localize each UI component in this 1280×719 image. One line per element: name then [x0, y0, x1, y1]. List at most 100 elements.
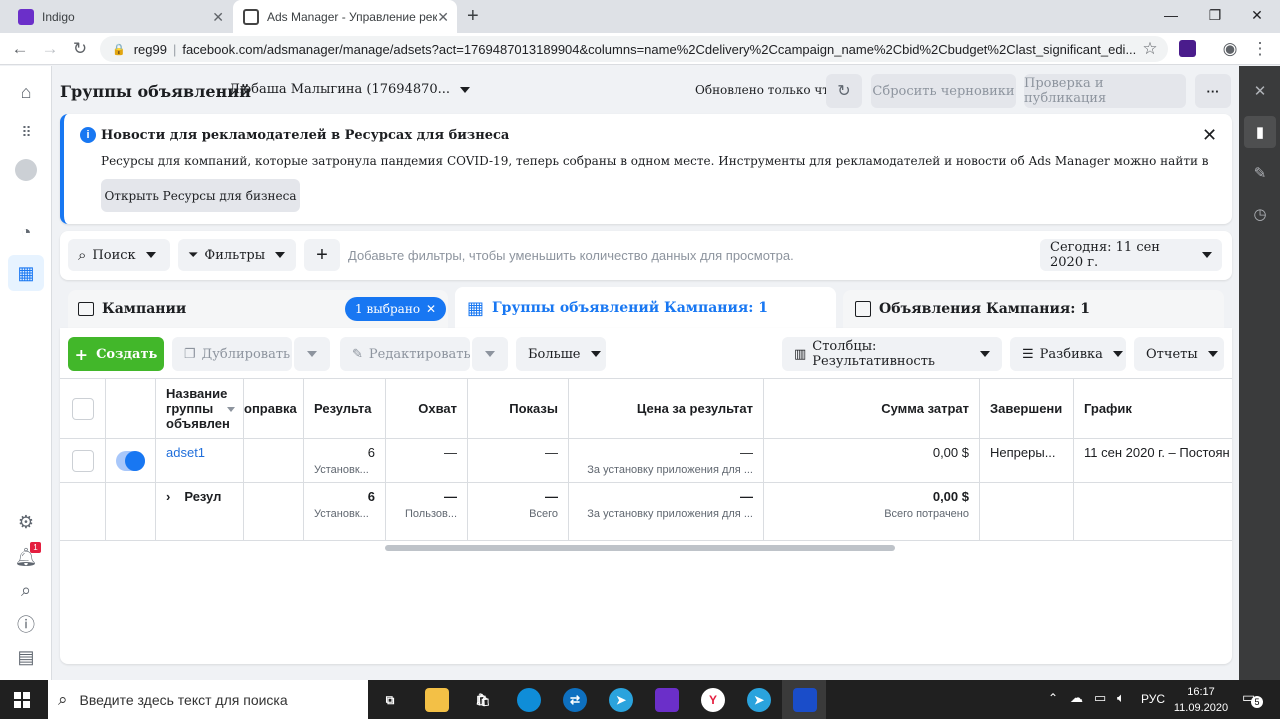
- profile-icon[interactable]: ◉: [1218, 37, 1242, 61]
- select-all-checkbox[interactable]: [71, 397, 94, 420]
- task-view-icon[interactable]: ⧉: [378, 688, 402, 712]
- browser-tab-ads-manager[interactable]: Ads Manager - Управление рекл ✕: [233, 0, 457, 33]
- taskbar-search-placeholder: Введите здесь текст для поиска: [79, 691, 288, 708]
- minimize-icon[interactable]: —: [1148, 0, 1194, 30]
- forward-icon[interactable]: →: [38, 37, 62, 61]
- browser-tab-indigo[interactable]: Indigo ✕: [8, 0, 232, 33]
- column-header-ends[interactable]: Завершени: [980, 379, 1074, 439]
- search-icon[interactable]: ⌕: [13, 577, 39, 603]
- more-options-button[interactable]: ···: [1195, 74, 1231, 108]
- filter-placeholder[interactable]: Добавьте фильтры, чтобы уменьшить количе…: [348, 248, 794, 263]
- more-actions-button[interactable]: Больше: [516, 337, 606, 371]
- create-button[interactable]: + Создать: [68, 337, 164, 371]
- edit-pencil-icon[interactable]: ✎: [1244, 157, 1276, 189]
- column-header-impressions[interactable]: Показы: [468, 379, 569, 439]
- all-tools-grid-icon[interactable]: ⠿: [13, 119, 39, 145]
- row-checkbox[interactable]: [71, 449, 94, 472]
- close-notice-icon[interactable]: ✕: [1202, 125, 1217, 146]
- onedrive-cloud-icon[interactable]: ☁: [1070, 690, 1083, 706]
- close-tab-icon[interactable]: ✕: [437, 9, 449, 26]
- duplicate-dropdown-button[interactable]: [294, 337, 330, 371]
- reports-button[interactable]: Отчеты: [1134, 337, 1224, 371]
- clock[interactable]: 16:17 11.09.2020: [1172, 684, 1230, 716]
- column-header-delivery[interactable]: оправка: [244, 379, 304, 439]
- create-label: Создать: [96, 346, 158, 362]
- column-header-reach[interactable]: Охват: [386, 379, 468, 439]
- maximize-icon[interactable]: ❐: [1192, 0, 1238, 30]
- horizontal-scrollbar[interactable]: [385, 545, 895, 551]
- refresh-button[interactable]: ↻: [826, 74, 862, 108]
- account-avatar-icon[interactable]: [13, 157, 39, 183]
- taskbar-search-box[interactable]: ⌕ Введите здесь текст для поиска: [48, 680, 368, 719]
- selected-count-badge[interactable]: 1 выбрано ✕: [345, 297, 447, 321]
- totals-row-label[interactable]: › Резул: [156, 483, 244, 541]
- account-selector[interactable]: Любаша Малыгина (17694870...: [229, 82, 471, 97]
- store-icon[interactable]: 🛍︎: [471, 688, 495, 712]
- address-bar[interactable]: 🔒 reg99 | facebook.com/adsmanager/manage…: [100, 36, 1168, 62]
- breakdown-button[interactable]: ☰ Разбивка: [1010, 337, 1126, 371]
- adsets-panel: + Создать ❐ Дублировать ✎ Редактировать …: [60, 328, 1232, 664]
- chart-icon[interactable]: ▮: [1244, 116, 1276, 148]
- teamviewer-icon[interactable]: ⇄: [563, 688, 587, 712]
- yandex-browser-icon[interactable]: Y: [701, 688, 725, 712]
- column-header-name[interactable]: Название группы объявлен: [156, 379, 244, 439]
- extension-icon[interactable]: [1179, 40, 1196, 57]
- battery-icon[interactable]: ▭: [1094, 690, 1106, 706]
- browser-menu-icon[interactable]: ⋮: [1248, 37, 1272, 61]
- tab-adsets[interactable]: ▦ Группы объявлений Кампания: 1: [455, 287, 836, 329]
- column-header-results[interactable]: Результа: [304, 379, 386, 439]
- reload-icon[interactable]: ↻: [68, 37, 92, 61]
- dashboard-gauge-icon[interactable]: ◔: [13, 219, 39, 245]
- discard-drafts-button[interactable]: Сбросить черновики: [871, 74, 1016, 108]
- clear-selection-icon[interactable]: ✕: [426, 302, 436, 316]
- notifications-bell-icon[interactable]: 🔔︎ 1: [13, 542, 41, 570]
- tab-ads[interactable]: Объявления Кампания: 1: [843, 290, 1224, 328]
- chrome-profile-app-icon[interactable]: [793, 688, 817, 712]
- totals-row-cost: — За установку приложения для ...: [569, 483, 764, 541]
- filter-funnel-icon: ⏷: [188, 247, 199, 263]
- edit-button[interactable]: ✎ Редактировать: [340, 337, 471, 371]
- open-business-resources-button[interactable]: Открыть Ресурсы для бизнеса: [101, 179, 300, 212]
- action-center-icon[interactable]: ▭ 5: [1242, 689, 1263, 708]
- bookmark-star-icon[interactable]: ☆: [1138, 37, 1162, 61]
- columns-button[interactable]: ▥ Столбцы: Результативность: [782, 337, 1002, 371]
- search-dropdown-button[interactable]: ⌕ Поиск: [68, 239, 170, 271]
- help-icon[interactable]: ⓘ: [13, 611, 39, 637]
- back-icon[interactable]: ←: [8, 37, 32, 61]
- telegram-icon-2[interactable]: ➤: [747, 688, 771, 712]
- windows-start-icon[interactable]: [14, 692, 30, 708]
- totals-row-spent: 0,00 $ Всего потрачено: [764, 483, 980, 541]
- adset-on-off-toggle[interactable]: [116, 450, 145, 471]
- close-tab-icon[interactable]: ✕: [212, 9, 224, 26]
- file-explorer-icon[interactable]: [425, 688, 449, 712]
- close-panel-icon[interactable]: ✕: [1244, 75, 1276, 107]
- review-publish-button[interactable]: Проверка и публикация: [1024, 74, 1186, 108]
- table-row-name[interactable]: adset1: [156, 439, 244, 483]
- new-tab-button[interactable]: +: [467, 5, 479, 28]
- close-window-icon[interactable]: ✕: [1234, 0, 1280, 30]
- column-header-cost-per-result[interactable]: Цена за результат: [569, 379, 764, 439]
- telegram-icon[interactable]: ➤: [609, 688, 633, 712]
- totals-row-empty: [106, 483, 156, 541]
- history-clock-icon[interactable]: ◷: [1244, 198, 1276, 230]
- indigo-app-icon[interactable]: [655, 688, 679, 712]
- totals-impressions-sub: Всего: [529, 508, 558, 520]
- edit-dropdown-button[interactable]: [472, 337, 508, 371]
- edge-browser-icon[interactable]: [517, 688, 541, 712]
- tray-chevron-up-icon[interactable]: ⌃: [1048, 691, 1058, 705]
- language-indicator[interactable]: РУС: [1141, 692, 1165, 706]
- column-header-amount-spent[interactable]: Сумма затрат: [764, 379, 980, 439]
- settings-gear-icon[interactable]: ⚙: [13, 509, 39, 535]
- duplicate-button[interactable]: ❐ Дублировать: [172, 337, 292, 371]
- ads-manager-table-icon[interactable]: ▦: [8, 255, 44, 291]
- tab-campaigns[interactable]: Кампании 1 выбрано ✕: [68, 290, 448, 328]
- column-header-schedule[interactable]: График: [1074, 379, 1232, 439]
- home-icon[interactable]: ⌂: [13, 79, 39, 105]
- report-bug-icon[interactable]: ▤: [13, 644, 39, 670]
- add-filter-button[interactable]: +: [304, 239, 340, 271]
- date-range-button[interactable]: Сегодня: 11 сен 2020 г.: [1040, 239, 1222, 271]
- volume-icon[interactable]: 🔈︎: [1117, 690, 1125, 706]
- filters-dropdown-button[interactable]: ⏷ Фильтры: [178, 239, 296, 271]
- sort-icon[interactable]: [227, 407, 235, 412]
- table-row-checkbox-cell: [60, 439, 106, 483]
